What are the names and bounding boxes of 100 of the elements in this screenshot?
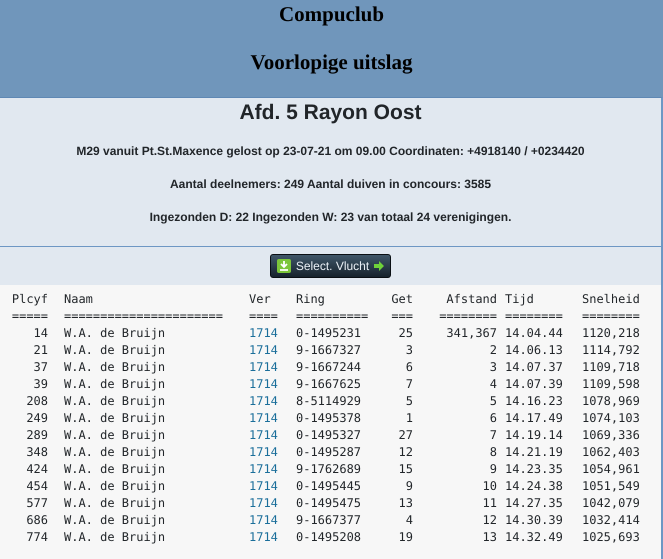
table-cell: 1054,961	[582, 462, 640, 476]
table-cell: 9	[406, 479, 413, 493]
table-cell: 208	[26, 394, 48, 408]
table-cell: 12	[398, 445, 413, 459]
table-cell: W.A. de Bruijn	[64, 394, 166, 408]
column-header: Get	[391, 292, 413, 306]
table-cell: 9	[490, 462, 497, 476]
column-header: Afstand	[446, 292, 497, 306]
header-separator: ======================	[64, 309, 223, 323]
table-cell: 577	[26, 496, 48, 510]
table-cell: 4	[490, 377, 497, 391]
table-cell: 1714	[249, 462, 278, 476]
table-cell: 1114,792	[582, 343, 640, 357]
table-cell: 348	[26, 445, 48, 459]
table-cell: 6	[406, 360, 413, 374]
table-cell: 1062,403	[582, 445, 640, 459]
table-cell: 1069,336	[582, 428, 640, 442]
table-cell: W.A. de Bruijn	[64, 360, 166, 374]
table-cell: 14	[34, 326, 48, 340]
table-cell: 1714	[249, 394, 278, 408]
select-flight-button[interactable]: Select. Vlucht	[270, 254, 392, 278]
table-cell: 1109,718	[582, 360, 640, 374]
column-header: Plcyf	[12, 292, 48, 306]
column-header: Snelheid	[582, 292, 640, 306]
table-cell: 14.06.13	[505, 343, 563, 357]
table-cell: 1714	[249, 428, 278, 442]
table-cell: 5	[490, 394, 497, 408]
section-title: Afd. 5 Rayon Oost	[238, 100, 423, 126]
table-cell: 14.07.37	[505, 360, 563, 374]
table-cell: 0-1495231	[296, 326, 362, 340]
table-cell: 1714	[249, 496, 278, 510]
table-cell: 1714	[249, 479, 278, 493]
download-icon	[276, 259, 291, 273]
table-cell: 14.07.39	[505, 377, 563, 391]
table-cell: 9-1667327	[296, 343, 362, 357]
table-cell: 0-1495445	[296, 479, 362, 493]
table-cell: 27	[398, 428, 413, 442]
table-cell: 1714	[249, 445, 278, 459]
table-cell: 1120,218	[582, 326, 640, 340]
arrow-right-icon	[374, 261, 384, 271]
info-line: Aantal deelnemers: 249 Aantal duiven in concours: 3585	[170, 177, 491, 191]
table-cell: W.A. de Bruijn	[64, 479, 166, 493]
table-cell: 1714	[249, 513, 278, 527]
table-cell: 1032,414	[582, 513, 640, 527]
table-cell: 14.19.14	[505, 428, 563, 442]
header-separator: =====	[12, 309, 48, 323]
table-cell: 1042,079	[582, 496, 640, 510]
table-cell: 1051,549	[582, 479, 640, 493]
table-cell: 1074,103	[582, 411, 640, 425]
table-cell: 14.27.35	[505, 496, 563, 510]
table-cell: 19	[398, 530, 413, 544]
column-header: Ver	[249, 292, 271, 306]
table-cell: 774	[26, 530, 48, 544]
table-cell: 13	[398, 496, 413, 510]
info-line: Ingezonden D: 22 Ingezonden W: 23 van totaal 24 verenigingen.	[150, 210, 512, 224]
table-cell: 8	[490, 445, 497, 459]
table-cell: 1714	[249, 377, 278, 391]
table-cell: 8-5114929	[296, 394, 362, 408]
table-cell: 1078,969	[582, 394, 640, 408]
table-cell: 0-1495475	[296, 496, 362, 510]
table-cell: 7	[490, 428, 497, 442]
table-cell: W.A. de Bruijn	[64, 530, 166, 544]
table-cell: 14.30.39	[505, 513, 563, 527]
table-cell: 21	[34, 343, 48, 357]
table-cell: W.A. de Bruijn	[64, 428, 166, 442]
table-cell: 14.23.35	[505, 462, 563, 476]
table-cell: 10	[482, 479, 497, 493]
table-cell: 9-1762689	[296, 462, 362, 476]
table-cell: W.A. de Bruijn	[64, 496, 166, 510]
table-cell: 14.32.49	[505, 530, 563, 544]
header-separator: ========	[582, 309, 640, 323]
table-cell: 289	[26, 428, 48, 442]
table-cell: 12	[482, 513, 497, 527]
table-cell: 37	[34, 360, 48, 374]
table-cell: 341,367	[446, 326, 497, 340]
table-cell: 5	[406, 394, 413, 408]
table-cell: 9-1667377	[296, 513, 362, 527]
table-cell: 0-1495287	[296, 445, 362, 459]
table-cell: 1714	[249, 530, 278, 544]
table-cell: 9-1667244	[296, 360, 362, 374]
table-cell: 1	[406, 411, 413, 425]
table-cell: 0-1495327	[296, 428, 362, 442]
table-cell: 1714	[249, 326, 278, 340]
header-separator: ========	[505, 309, 563, 323]
table-cell: 14.16.23	[505, 394, 563, 408]
table-cell: 13	[482, 530, 497, 544]
table-cell: 11	[482, 496, 497, 510]
table-cell: W.A. de Bruijn	[64, 377, 166, 391]
header-separator: ====	[249, 309, 278, 323]
table-cell: 1714	[249, 411, 278, 425]
table-cell: W.A. de Bruijn	[64, 445, 166, 459]
table-cell: 2	[490, 343, 497, 357]
table-cell: W.A. de Bruijn	[64, 411, 166, 425]
table-cell: 686	[26, 513, 48, 527]
header-separator: ========	[439, 309, 497, 323]
page-title: Voorlopige uitslag	[250, 50, 412, 74]
table-cell: 7	[406, 377, 413, 391]
table-cell: 14.24.38	[505, 479, 563, 493]
table-cell: W.A. de Bruijn	[64, 343, 166, 357]
column-header: Ring	[296, 292, 325, 306]
